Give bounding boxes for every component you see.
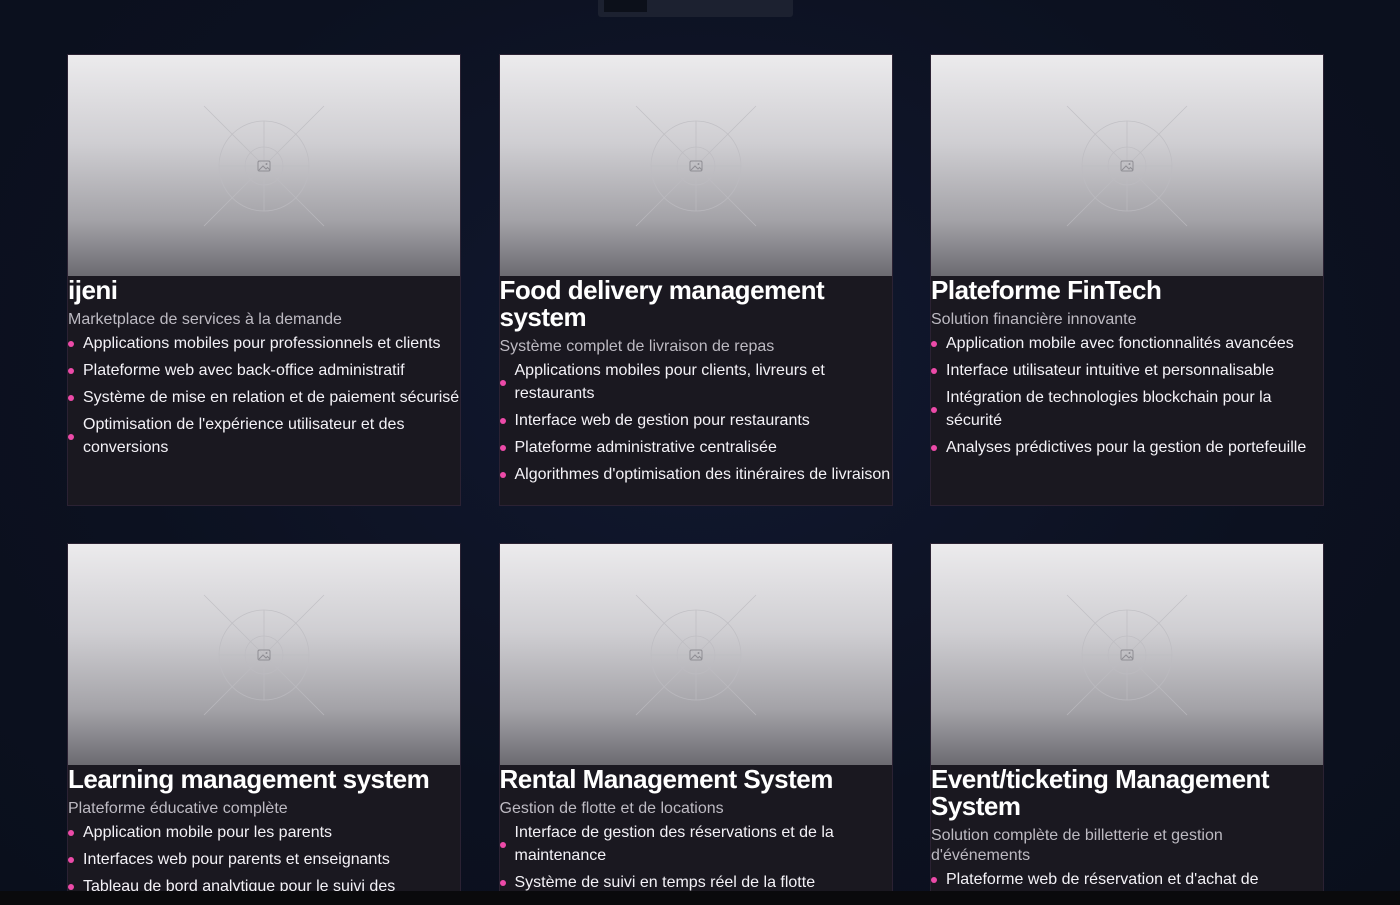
project-card[interactable]: Food delivery management system Système … — [498, 54, 893, 506]
feature-item: Optimisation de l'expérience utilisateur… — [68, 414, 460, 459]
feature-text: Analyses prédictives pour la gestion de … — [946, 438, 1307, 456]
bullet-dot-icon — [499, 379, 506, 386]
feature-text: Interface web de gestion pour restaurant… — [514, 411, 810, 429]
project-subtitle: Marketplace de services à la demande — [68, 311, 342, 328]
image-icon — [635, 594, 756, 715]
feature-text: Interfaces web pour parents et enseignan… — [83, 851, 390, 868]
project-subtitle: Solution complète de billetterie et gest… — [931, 827, 1223, 864]
project-image-placeholder — [931, 55, 1323, 276]
bullet-dot-icon — [499, 444, 506, 451]
feature-item: Interface web de gestion pour restaurant… — [499, 410, 892, 433]
top-nav-fragment[interactable] — [598, 0, 793, 17]
project-image-placeholder — [499, 55, 892, 276]
bullet-dot-icon — [931, 877, 937, 884]
portfolio-page: ijeni Marketplace de services à la deman… — [0, 0, 1400, 905]
feature-text: Intégration de technologies blockchain p… — [946, 389, 1272, 429]
feature-item: Plateforme web avec back-office administ… — [68, 360, 460, 383]
feature-text: Interface de gestion des réservations et… — [514, 824, 834, 864]
image-icon — [203, 105, 325, 226]
feature-list: Application mobile pour les parents Inte… — [68, 822, 460, 899]
bullet-dot-icon — [499, 841, 506, 848]
bullet-dot-icon — [68, 368, 74, 375]
project-subtitle: Système complet de livraison de repas — [499, 338, 775, 355]
bullet-dot-icon — [499, 879, 506, 886]
bullet-dot-icon — [931, 406, 937, 413]
image-icon — [1066, 105, 1188, 226]
feature-list: Applications mobiles pour professionnels… — [68, 333, 460, 459]
feature-text: Application mobile pour les parents — [83, 824, 333, 841]
feature-text: Plateforme web de réservation et d'achat… — [946, 871, 1259, 888]
feature-text: Applications mobiles pour clients, livre… — [514, 362, 825, 402]
feature-item: Analyses prédictives pour la gestion de … — [931, 437, 1323, 460]
feature-list: Plateforme web de réservation et d'achat… — [931, 869, 1323, 892]
feature-item: Interface utilisateur intuitive et perso… — [931, 360, 1323, 383]
feature-item: Application mobile avec fonctionnalités … — [931, 333, 1323, 356]
project-card[interactable]: ijeni Marketplace de services à la deman… — [67, 54, 461, 506]
feature-text: Algorithmes d'optimisation des itinérair… — [514, 465, 891, 483]
project-image-placeholder — [931, 544, 1323, 765]
project-subtitle: Plateforme éducative complète — [68, 800, 288, 817]
project-title: Food delivery management system — [499, 275, 825, 332]
feature-text: Plateforme web avec back-office administ… — [83, 362, 405, 379]
bottom-edge-bar — [0, 891, 1400, 905]
image-icon — [203, 594, 325, 715]
project-title: Learning management system — [68, 764, 430, 794]
feature-list: Applications mobiles pour clients, livre… — [499, 360, 892, 487]
feature-text: Plateforme administrative centralisée — [514, 438, 777, 456]
feature-item: Plateforme web de réservation et d'achat… — [931, 869, 1323, 892]
feature-item: Algorithmes d'optimisation des itinérair… — [499, 464, 892, 487]
projects-grid: ijeni Marketplace de services à la deman… — [67, 54, 1324, 905]
project-subtitle: Gestion de flotte et de locations — [499, 800, 724, 817]
project-card[interactable]: Plateforme FinTech Solution financière i… — [930, 54, 1324, 506]
project-image-placeholder — [68, 544, 460, 765]
feature-item: Applications mobiles pour clients, livre… — [499, 360, 892, 405]
project-image-placeholder — [499, 544, 892, 765]
project-image-placeholder — [68, 55, 460, 276]
image-icon — [1066, 594, 1188, 715]
feature-text: Interface utilisateur intuitive et perso… — [946, 362, 1275, 379]
project-card[interactable]: Learning management system Plateforme éd… — [67, 543, 461, 905]
feature-text: Optimisation de l'expérience utilisateur… — [83, 416, 405, 456]
bullet-dot-icon — [68, 884, 74, 891]
feature-item: Application mobile pour les parents — [68, 822, 460, 845]
feature-list: Application mobile avec fonctionnalités … — [931, 333, 1323, 459]
project-card[interactable]: Rental Management System Gestion de flot… — [498, 543, 893, 905]
project-title: Plateforme FinTech — [931, 275, 1162, 305]
feature-item: Interfaces web pour parents et enseignan… — [68, 849, 460, 872]
top-nav-chip — [604, 0, 647, 12]
feature-text: Application mobile avec fonctionnalités … — [946, 335, 1294, 352]
feature-list: Interface de gestion des réservations et… — [499, 822, 892, 894]
bullet-dot-icon — [499, 471, 506, 478]
project-title: Event/ticketing Management System — [931, 764, 1270, 821]
feature-item: Système de mise en relation et de paieme… — [68, 387, 460, 410]
feature-item: Interface de gestion des réservations et… — [499, 822, 892, 867]
project-title: ijeni — [68, 275, 118, 305]
feature-item: Intégration de technologies blockchain p… — [931, 387, 1323, 432]
project-subtitle: Solution financière innovante — [931, 311, 1137, 328]
bullet-dot-icon — [68, 857, 74, 864]
bullet-dot-icon — [68, 830, 74, 837]
bullet-dot-icon — [68, 395, 74, 402]
project-card[interactable]: Event/ticketing Management System Soluti… — [930, 543, 1324, 905]
image-icon — [635, 105, 756, 226]
bullet-dot-icon — [499, 417, 506, 424]
feature-text: Système de mise en relation et de paieme… — [83, 389, 460, 406]
bullet-dot-icon — [68, 433, 74, 440]
bullet-dot-icon — [68, 341, 74, 348]
feature-item: Applications mobiles pour professionnels… — [68, 333, 460, 356]
bullet-dot-icon — [931, 341, 937, 348]
bullet-dot-icon — [931, 444, 937, 451]
project-title: Rental Management System — [499, 764, 834, 794]
bullet-dot-icon — [931, 368, 937, 375]
feature-item: Plateforme administrative centralisée — [499, 437, 892, 460]
feature-text: Applications mobiles pour professionnels… — [83, 335, 441, 352]
